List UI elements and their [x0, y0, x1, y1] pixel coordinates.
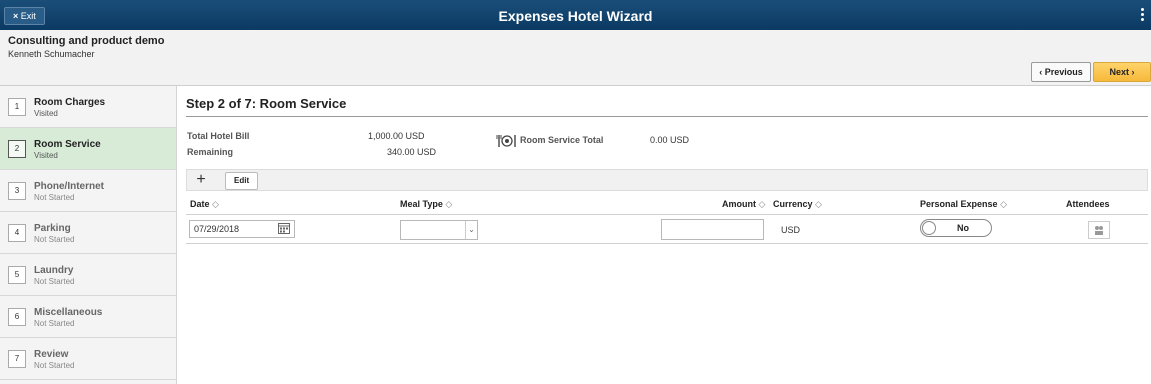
step-status: Not Started — [34, 277, 75, 286]
step-phone-internet[interactable]: 3 Phone/Internet Not Started — [0, 170, 176, 212]
previous-button[interactable]: ‹ Previous — [1031, 62, 1091, 82]
wizard-steps-sidebar: 1 Room Charges Visited 2 Room Service Vi… — [0, 86, 177, 384]
step-status: Not Started — [34, 361, 75, 370]
column-header-date[interactable]: Date ◇ — [190, 199, 219, 210]
people-icon — [1095, 226, 1103, 235]
amount-field[interactable] — [661, 219, 764, 240]
attendees-button[interactable] — [1088, 221, 1110, 239]
step-miscellaneous[interactable]: 6 Miscellaneous Not Started — [0, 296, 176, 338]
step-status: Not Started — [34, 319, 75, 328]
column-header-attendees: Attendees — [1066, 199, 1110, 209]
step-status: Visited — [34, 151, 58, 160]
step-number: 3 — [8, 182, 26, 200]
toggle-label: No — [957, 223, 969, 233]
chevron-down-icon: ⌄ — [465, 221, 477, 239]
chevron-left-icon: ‹ — [1039, 67, 1043, 77]
total-hotel-bill-label: Total Hotel Bill — [187, 131, 250, 141]
step-label: Phone/Internet — [34, 181, 105, 192]
step-label: Miscellaneous — [34, 307, 103, 318]
step-number: 6 — [8, 308, 26, 326]
next-button[interactable]: Next › — [1093, 62, 1151, 82]
user-name: Kenneth Schumacher — [8, 49, 95, 59]
step-number: 4 — [8, 224, 26, 242]
step-title: Step 2 of 7: Room Service — [186, 96, 347, 111]
sort-icon: ◇ — [1000, 199, 1007, 209]
step-laundry[interactable]: 5 Laundry Not Started — [0, 254, 176, 296]
total-hotel-bill-value: 1,000.00 USD — [368, 131, 425, 141]
step-parking[interactable]: 4 Parking Not Started — [0, 212, 176, 254]
step-label: Room Service — [34, 139, 101, 150]
step-status: Not Started — [34, 193, 75, 202]
sort-icon: ◇ — [758, 199, 766, 209]
personal-expense-toggle[interactable]: No — [920, 219, 992, 237]
step-number: 5 — [8, 266, 26, 284]
step-label: Laundry — [34, 265, 74, 276]
remaining-value: 340.00 USD — [387, 147, 437, 157]
step-number: 7 — [8, 350, 26, 368]
room-service-total-value: 0.00 USD — [650, 135, 690, 145]
step-number: 2 — [8, 140, 26, 158]
edit-button[interactable]: Edit — [225, 172, 259, 190]
step-room-service[interactable]: 2 Room Service Visited — [0, 128, 176, 170]
step-label: Review — [34, 349, 69, 360]
column-header-amount[interactable]: Amount ◇ — [722, 199, 765, 210]
step-status: Not Started — [34, 235, 75, 244]
meal-type-select[interactable]: ⌄ — [400, 220, 478, 240]
sort-icon: ◇ — [445, 199, 453, 209]
sort-icon: ◇ — [815, 199, 822, 209]
step-status: Visited — [34, 109, 58, 118]
column-header-currency[interactable]: Currency ◇ — [773, 199, 822, 210]
sort-icon: ◇ — [212, 199, 219, 209]
currency-value: USD — [781, 225, 801, 235]
grid-toolbar: + Edit — [186, 169, 1148, 191]
toggle-knob — [922, 221, 936, 235]
chevron-right-icon: › — [1131, 67, 1135, 77]
step-review[interactable]: 7 Review Not Started — [0, 338, 176, 380]
column-header-meal-type[interactable]: Meal Type ◇ — [400, 199, 452, 210]
context-header: Consulting and product demo Kenneth Schu… — [0, 30, 1151, 86]
next-label: Next — [1109, 67, 1129, 77]
step-room-charges[interactable]: 1 Room Charges Visited — [0, 86, 176, 128]
calendar-icon[interactable] — [278, 222, 290, 234]
step-number: 1 — [8, 98, 26, 116]
room-service-icon — [496, 135, 516, 147]
column-header-personal-expense[interactable]: Personal Expense ◇ — [920, 199, 1007, 210]
title-divider — [186, 116, 1148, 117]
step-label: Parking — [34, 223, 71, 234]
add-row-button[interactable]: + — [193, 172, 209, 188]
step-label: Room Charges — [34, 97, 106, 108]
organization-name: Consulting and product demo — [8, 35, 165, 47]
page-title: Expenses Hotel Wizard — [498, 8, 653, 24]
remaining-label: Remaining — [187, 147, 234, 157]
kebab-menu-icon[interactable] — [1141, 8, 1145, 23]
room-service-total-label: Room Service Total — [520, 135, 604, 145]
title-bar: × Exit Expenses Hotel Wizard — [0, 0, 1151, 30]
previous-label: Previous — [1044, 67, 1083, 77]
